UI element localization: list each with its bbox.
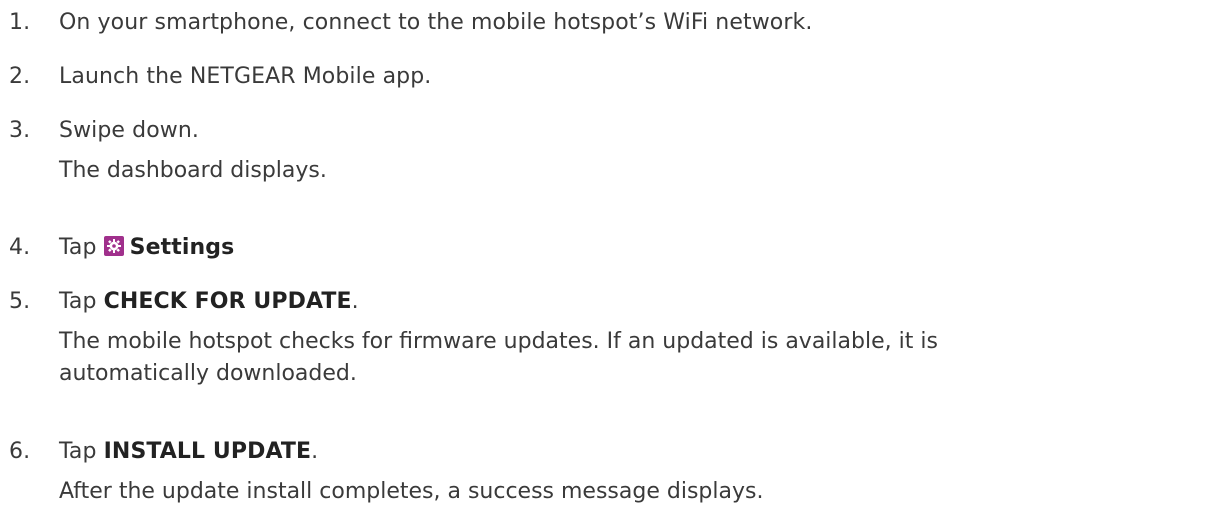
instruction-list: 1. On your smartphone, connect to the mo… [0, 0, 1214, 522]
step-number: 1. [9, 10, 31, 35]
step-text: Tap INSTALL UPDATE. [59, 437, 318, 467]
step-suffix: . [351, 289, 359, 314]
step-suffix: . [311, 439, 319, 464]
step-number: 4. [9, 235, 31, 260]
step-5-result-line-2: automatically downloaded. [59, 361, 357, 386]
step-6-result: After the update install completes, a su… [59, 479, 764, 504]
step-number: 2. [9, 64, 31, 89]
step-5-result-line-1: The mobile hotspot checks for firmware u… [59, 329, 938, 354]
step-text: Launch the NETGEAR Mobile app. [59, 64, 432, 89]
settings-gear-icon [103, 235, 124, 256]
step-number: 6. [9, 439, 31, 464]
settings-label: Settings [129, 235, 235, 260]
step-prefix: Tap [59, 439, 97, 464]
install-update-label: INSTALL UPDATE [103, 439, 312, 464]
step-text: On your smartphone, connect to the mobil… [59, 10, 813, 35]
step-number: 3. [9, 118, 31, 143]
check-for-update-label: CHECK FOR UPDATE [103, 289, 352, 314]
step-text: Tap CHECK FOR UPDATE. [59, 287, 359, 317]
step-text: Tap Settings [59, 233, 234, 263]
step-prefix: Tap [59, 235, 97, 260]
step-3-result: The dashboard displays. [59, 158, 327, 183]
step-number: 5. [9, 289, 31, 314]
step-prefix: Tap [59, 289, 97, 314]
step-text: Swipe down. [59, 118, 200, 143]
